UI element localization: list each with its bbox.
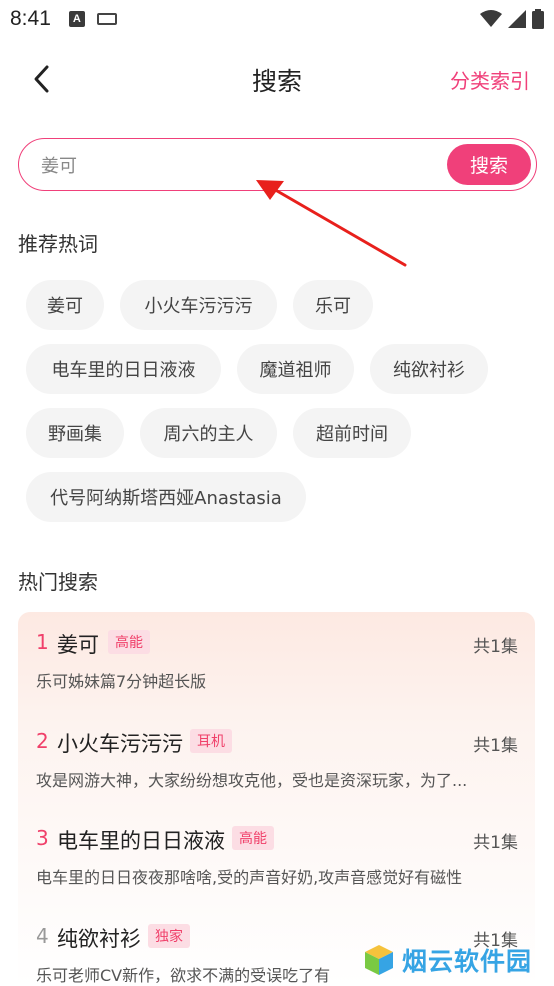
watermark: 烟云软件园: [362, 940, 552, 980]
hot-description: 电车里的日日夜夜那啥啥,受的声音好奶,攻声音感觉好有磁性: [36, 868, 463, 887]
hot-title: 纯欲衬衫: [57, 927, 141, 951]
tag-item[interactable]: 魔道祖师: [237, 344, 354, 394]
tag-item[interactable]: 代号阿纳斯塔西娅Anastasia: [26, 472, 306, 522]
cube-logo-icon: [365, 945, 393, 975]
tag-item[interactable]: 周六的主人: [140, 408, 277, 458]
notification-a-icon: A: [68, 11, 85, 27]
hot-badge: 高能: [232, 826, 274, 850]
hot-item[interactable]: 1 姜可 高能 共1集 乐可姊妹篇7分钟超长版: [18, 630, 535, 720]
search-button[interactable]: 搜索: [447, 144, 531, 185]
header: 搜索 分类索引: [0, 52, 554, 108]
hot-description: 攻是网游大神，大家纷纷想攻克他，受也是资深玩家，为了...: [36, 771, 468, 790]
hot-search-list: 1 姜可 高能 共1集 乐可姊妹篇7分钟超长版 2 小火车污污污 耳机 共1集 …: [18, 612, 535, 986]
hot-badge: 耳机: [190, 729, 232, 753]
tag-item[interactable]: 超前时间: [293, 408, 411, 458]
hot-badge: 独家: [148, 924, 190, 948]
hot-description: 乐可姊妹篇7分钟超长版: [36, 672, 207, 691]
tag-item[interactable]: 小火车污污污: [120, 280, 277, 330]
tag-item[interactable]: 姜可: [26, 280, 104, 330]
hot-item[interactable]: 2 小火车污污污 耳机 共1集 攻是网游大神，大家纷纷想攻克他，受也是资深玩家，…: [18, 729, 535, 819]
category-index-link[interactable]: 分类索引: [450, 65, 530, 94]
search-input[interactable]: [41, 151, 441, 179]
hot-rank: 2: [36, 729, 49, 753]
hot-rank: 4: [36, 924, 49, 948]
tag-item[interactable]: 乐可: [293, 280, 373, 330]
hot-episode-count: 共1集: [473, 736, 518, 756]
tag-item[interactable]: 野画集: [26, 408, 124, 458]
hot-title: 小火车污污污: [57, 732, 183, 756]
hot-title: 姜可: [57, 633, 99, 657]
hot-rank: 3: [36, 826, 49, 850]
tag-item[interactable]: 纯欲衬衫: [370, 344, 488, 394]
hot-episode-count: 共1集: [473, 833, 518, 853]
hot-episode-count: 共1集: [473, 637, 518, 657]
hot-section-title: 热门搜索: [18, 570, 98, 594]
status-time: 8:41: [10, 7, 51, 30]
signal-icon: [508, 10, 526, 28]
tag-item[interactable]: 电车里的日日液液: [26, 344, 221, 394]
status-bar: 8:41 A: [0, 0, 554, 38]
hot-rank: 1: [36, 630, 49, 654]
watermark-text: 烟云软件园: [402, 947, 533, 976]
wifi-icon: [480, 10, 502, 27]
search-box: 搜索: [18, 138, 537, 191]
hot-title: 电车里的日日液液: [57, 829, 225, 853]
hot-item[interactable]: 3 电车里的日日液液 高能 共1集 电车里的日日夜夜那啥啥,受的声音好奶,攻声音…: [18, 826, 535, 916]
battery-icon: [532, 9, 544, 29]
keyboard-icon: [96, 13, 117, 25]
recommended-section-title: 推荐热词: [18, 232, 98, 256]
hot-badge: 高能: [108, 630, 150, 654]
